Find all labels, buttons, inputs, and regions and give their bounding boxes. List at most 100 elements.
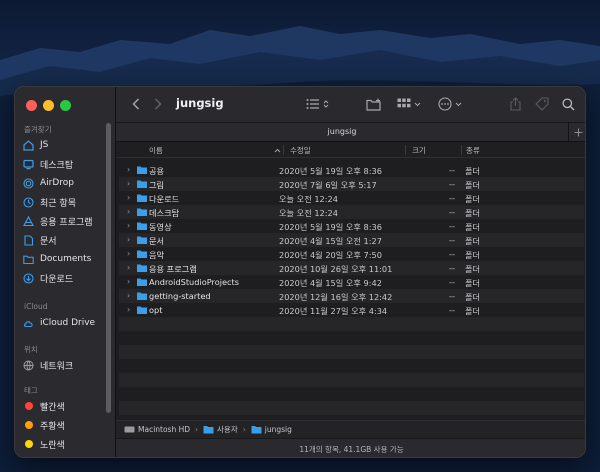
table-row[interactable]: › 동영상 2020년 5월 19일 오후 8:36 -- 폴더 bbox=[119, 219, 584, 233]
file-size: -- bbox=[449, 249, 455, 259]
disclosure-chevron-icon[interactable]: › bbox=[127, 291, 130, 300]
share-button[interactable] bbox=[510, 96, 521, 112]
sidebar-item-label: 네트워크 bbox=[40, 361, 74, 372]
disclosure-chevron-icon[interactable]: › bbox=[127, 207, 130, 216]
disclosure-chevron-icon[interactable]: › bbox=[127, 193, 130, 202]
sidebar-item-documents[interactable]: Documents bbox=[23, 251, 111, 267]
file-kind: 폴더 bbox=[465, 180, 481, 190]
table-row[interactable]: › AndroidStudioProjects 2020년 4월 15일 오후 9:… bbox=[119, 275, 584, 289]
file-kind: 폴더 bbox=[465, 166, 481, 176]
sidebar-item-label: 데스크탑 bbox=[40, 160, 74, 171]
file-kind: 폴더 bbox=[465, 236, 481, 246]
sidebar-item-label: 주황색 bbox=[40, 421, 65, 432]
file-size: -- bbox=[449, 235, 455, 245]
share-icon bbox=[510, 97, 521, 111]
sidebar-scrollbar[interactable] bbox=[106, 123, 111, 413]
tab-jungsig[interactable]: jungsig bbox=[116, 127, 568, 136]
file-name: 그림 bbox=[149, 180, 165, 190]
updown-chevron-icon bbox=[323, 100, 329, 108]
path-disk[interactable]: Macintosh HD bbox=[138, 425, 190, 434]
disclosure-chevron-icon[interactable]: › bbox=[127, 221, 130, 230]
column-size[interactable]: 크기 bbox=[412, 145, 426, 156]
zoom-window-button[interactable] bbox=[60, 100, 71, 111]
search-icon bbox=[562, 97, 575, 110]
new-folder-button[interactable] bbox=[366, 96, 382, 112]
sidebar-item-label: JS bbox=[40, 140, 49, 150]
sidebar-tag-red[interactable]: 빨간색 bbox=[23, 398, 111, 414]
file-name: AndroidStudioProjects bbox=[149, 277, 240, 287]
document-icon bbox=[23, 234, 34, 246]
table-row[interactable]: › 공용 2020년 5월 19일 오후 8:36 -- 폴더 bbox=[119, 163, 584, 177]
file-size: -- bbox=[449, 193, 455, 203]
file-date: 2020년 7월 6일 오후 5:17 bbox=[279, 180, 377, 190]
file-date: 2020년 5월 19일 오후 8:36 bbox=[279, 166, 382, 176]
file-size: -- bbox=[449, 165, 455, 175]
table-row[interactable]: › 그림 2020년 7월 6일 오후 5:17 -- 폴더 bbox=[119, 177, 584, 191]
disclosure-chevron-icon[interactable]: › bbox=[127, 179, 130, 188]
sidebar-item-desktop[interactable]: 데스크탑 bbox=[23, 156, 111, 172]
sidebar-item-docs-ko[interactable]: 문서 bbox=[23, 232, 111, 248]
sidebar-item-airdrop[interactable]: AirDrop bbox=[23, 175, 111, 191]
sidebar-tag-orange[interactable]: 주황색 bbox=[23, 417, 111, 433]
tag-button[interactable] bbox=[535, 96, 549, 112]
grid-view-icon bbox=[397, 98, 411, 108]
back-button[interactable] bbox=[128, 96, 144, 112]
file-name: getting-started bbox=[149, 291, 211, 301]
table-row[interactable]: › 데스크탑 오늘 오전 12:24 -- 폴더 bbox=[119, 205, 584, 219]
path-users[interactable]: 사용자 bbox=[217, 424, 238, 435]
table-row[interactable]: › opt 2020년 11월 27일 오후 4:34 -- 폴더 bbox=[119, 303, 584, 317]
group-by-button[interactable] bbox=[397, 96, 421, 112]
table-row[interactable]: › 응용 프로그램 2020년 10월 26일 오후 11:01 -- 폴더 bbox=[119, 261, 584, 275]
search-button[interactable] bbox=[562, 96, 575, 112]
column-kind[interactable]: 종류 bbox=[466, 145, 480, 156]
table-row[interactable]: › 음악 2020년 4월 20일 오후 7:50 -- 폴더 bbox=[119, 247, 584, 261]
path-home[interactable]: jungsig bbox=[265, 425, 292, 434]
column-header: 이름 수정일 크기 종류 bbox=[116, 142, 585, 158]
table-row[interactable]: › 문서 2020년 4월 15일 오전 1:27 -- 폴더 bbox=[119, 233, 584, 247]
new-tab-button[interactable] bbox=[568, 123, 585, 142]
column-date[interactable]: 수정일 bbox=[290, 145, 311, 156]
sidebar-item-js[interactable]: JS bbox=[23, 137, 111, 153]
empty-row bbox=[119, 359, 584, 373]
table-row[interactable]: › 다운로드 오늘 오전 12:24 -- 폴더 bbox=[119, 191, 584, 205]
new-folder-icon bbox=[366, 98, 381, 111]
action-menu-button[interactable] bbox=[438, 96, 462, 112]
tab-bar: jungsig bbox=[116, 122, 585, 142]
disclosure-chevron-icon[interactable]: › bbox=[127, 263, 130, 272]
clock-icon bbox=[23, 196, 34, 208]
folder-icon bbox=[137, 194, 147, 204]
file-name: 다운로드 bbox=[149, 194, 180, 204]
column-name[interactable]: 이름 bbox=[149, 145, 163, 156]
sidebar-section-favorites: 즐겨찾기 bbox=[24, 125, 52, 134]
tag-icon bbox=[535, 97, 549, 111]
chevron-right-icon bbox=[154, 98, 162, 110]
close-window-button[interactable] bbox=[26, 100, 37, 111]
file-size: -- bbox=[449, 291, 455, 301]
disclosure-chevron-icon[interactable]: › bbox=[127, 277, 130, 286]
view-list-button[interactable] bbox=[306, 96, 329, 112]
table-row[interactable]: › getting-started 2020년 12월 16일 오후 12:42 --… bbox=[119, 289, 584, 303]
disclosure-chevron-icon[interactable]: › bbox=[127, 235, 130, 244]
folder-icon bbox=[137, 222, 147, 232]
disclosure-chevron-icon[interactable]: › bbox=[127, 305, 130, 314]
disclosure-chevron-icon[interactable]: › bbox=[127, 249, 130, 258]
forward-button[interactable] bbox=[150, 96, 166, 112]
sidebar-item-downloads[interactable]: 다운로드 bbox=[23, 270, 111, 286]
sidebar-section-tags: 태그 bbox=[24, 386, 38, 395]
sidebar-item-recents[interactable]: 최근 항목 bbox=[23, 194, 111, 210]
sidebar-item-network[interactable]: 네트워크 bbox=[23, 357, 111, 373]
file-kind: 폴더 bbox=[465, 250, 481, 260]
file-date: 2020년 10월 26일 오후 11:01 bbox=[279, 264, 393, 274]
empty-row bbox=[119, 387, 584, 401]
disclosure-chevron-icon[interactable]: › bbox=[127, 165, 130, 174]
folder-icon bbox=[137, 250, 147, 260]
file-size: -- bbox=[449, 179, 455, 189]
file-kind: 폴더 bbox=[465, 278, 481, 288]
sidebar-item-icloud-drive[interactable]: iCloud Drive bbox=[23, 315, 111, 331]
folder-icon bbox=[137, 236, 147, 246]
sidebar-item-applications[interactable]: 응용 프로그램 bbox=[23, 213, 111, 229]
more-circle-icon bbox=[438, 97, 452, 111]
finder-window: 즐겨찾기 JS 데스크탑 AirDrop 최근 항목 응용 프로그램 문서 Do… bbox=[14, 86, 586, 458]
minimize-window-button[interactable] bbox=[43, 100, 54, 111]
sidebar-tag-yellow[interactable]: 노란색 bbox=[23, 436, 111, 452]
